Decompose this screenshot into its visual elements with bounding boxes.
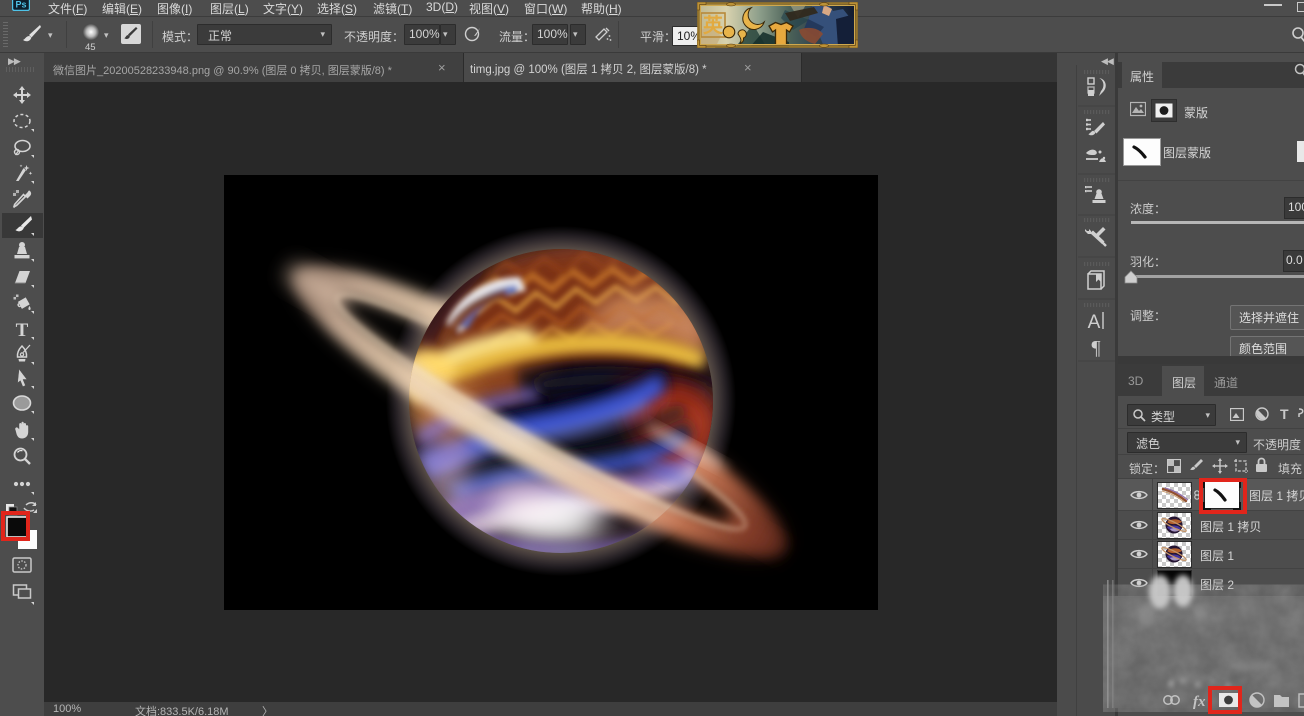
svg-text:英: 英 bbox=[703, 13, 724, 37]
svg-text:A: A bbox=[1088, 312, 1101, 333]
svg-text:¶: ¶ bbox=[1091, 337, 1100, 359]
svg-text:T: T bbox=[16, 320, 29, 341]
svg-text:Ps: Ps bbox=[15, 0, 26, 10]
svg-text:fx: fx bbox=[1193, 694, 1206, 710]
